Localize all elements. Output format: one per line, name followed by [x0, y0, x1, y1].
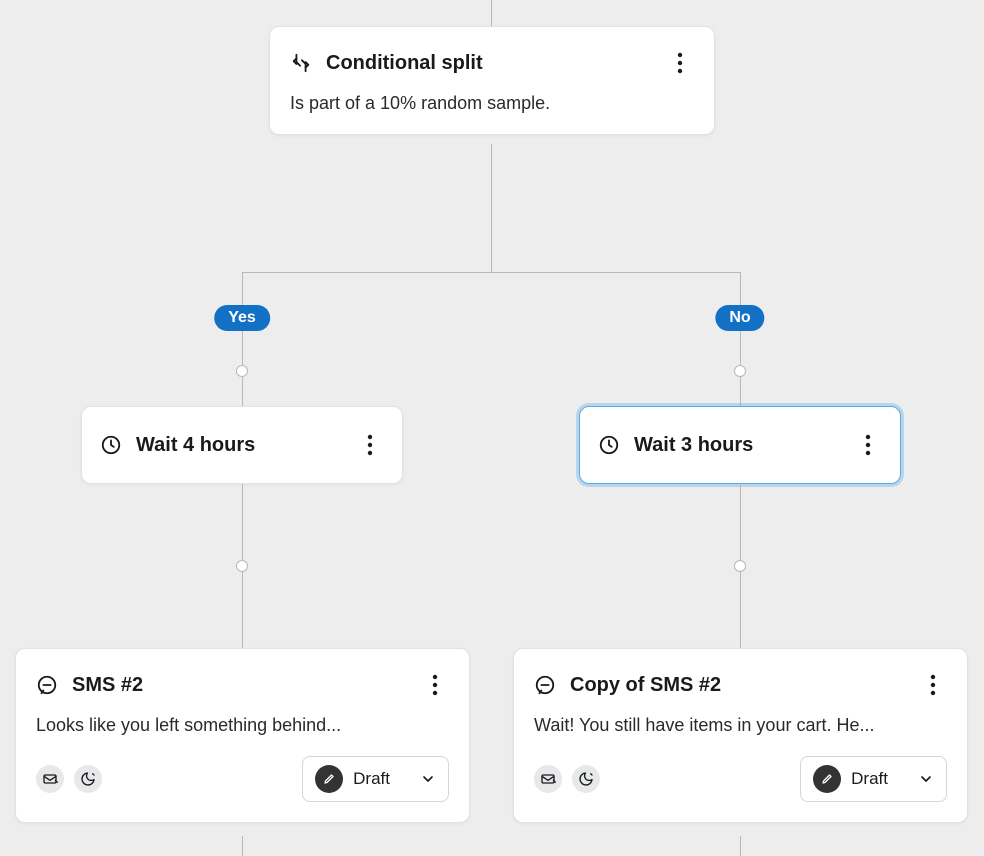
draft-status-icon: [813, 765, 841, 793]
connector-no-down: [740, 272, 741, 406]
node-conditional-split[interactable]: Conditional split Is part of a 10% rando…: [269, 26, 715, 135]
sms-icon: [36, 674, 58, 696]
sms-no-title: Copy of SMS #2: [570, 674, 905, 697]
branch-pill-yes: Yes: [214, 305, 270, 331]
sms-yes-status-label: Draft: [353, 769, 390, 789]
wait-no-menu-button[interactable]: [854, 427, 882, 463]
smart-sending-icon[interactable]: [36, 765, 64, 793]
add-node-dot-yes-before-wait[interactable]: [236, 365, 248, 377]
sms-yes-preview: Looks like you left something behind...: [36, 715, 449, 736]
connector-split-down: [491, 144, 492, 272]
connector-yes-sms-out: [242, 836, 243, 856]
quiet-hours-icon[interactable]: [74, 765, 102, 793]
conditional-split-title: Conditional split: [326, 52, 652, 75]
quiet-hours-icon[interactable]: [572, 765, 600, 793]
sms-yes-menu-button[interactable]: [421, 667, 449, 703]
node-wait-yes[interactable]: Wait 4 hours: [81, 406, 403, 484]
connector-top-in: [491, 0, 492, 26]
draft-status-icon: [315, 765, 343, 793]
chevron-down-icon: [420, 771, 436, 787]
add-node-dot-yes-before-sms[interactable]: [236, 560, 248, 572]
add-node-dot-no-before-wait[interactable]: [734, 365, 746, 377]
conditional-split-description: Is part of a 10% random sample.: [270, 81, 714, 134]
conditional-split-menu-button[interactable]: [666, 45, 694, 81]
wait-yes-menu-button[interactable]: [356, 427, 384, 463]
smart-sending-icon[interactable]: [534, 765, 562, 793]
add-node-dot-no-before-sms[interactable]: [734, 560, 746, 572]
branch-pill-no: No: [715, 305, 764, 331]
node-sms-no[interactable]: Copy of SMS #2 Wait! You still have item…: [513, 648, 968, 823]
node-sms-yes[interactable]: SMS #2 Looks like you left something beh…: [15, 648, 470, 823]
chevron-down-icon: [918, 771, 934, 787]
connector-yes-down: [242, 272, 243, 406]
sms-no-status-select[interactable]: Draft: [800, 756, 947, 802]
sms-icon: [534, 674, 556, 696]
clock-icon: [100, 434, 122, 456]
split-icon: [290, 52, 312, 74]
sms-no-preview: Wait! You still have items in your cart.…: [534, 715, 947, 736]
flow-canvas[interactable]: Conditional split Is part of a 10% rando…: [0, 0, 984, 856]
sms-yes-title: SMS #2: [72, 674, 407, 697]
wait-no-title: Wait 3 hours: [634, 434, 840, 457]
node-wait-no[interactable]: Wait 3 hours: [579, 406, 901, 484]
clock-icon: [598, 434, 620, 456]
connector-no-sms-out: [740, 836, 741, 856]
sms-yes-status-select[interactable]: Draft: [302, 756, 449, 802]
wait-yes-title: Wait 4 hours: [136, 434, 342, 457]
sms-no-status-label: Draft: [851, 769, 888, 789]
connector-branch-horizontal: [242, 272, 741, 273]
sms-no-menu-button[interactable]: [919, 667, 947, 703]
